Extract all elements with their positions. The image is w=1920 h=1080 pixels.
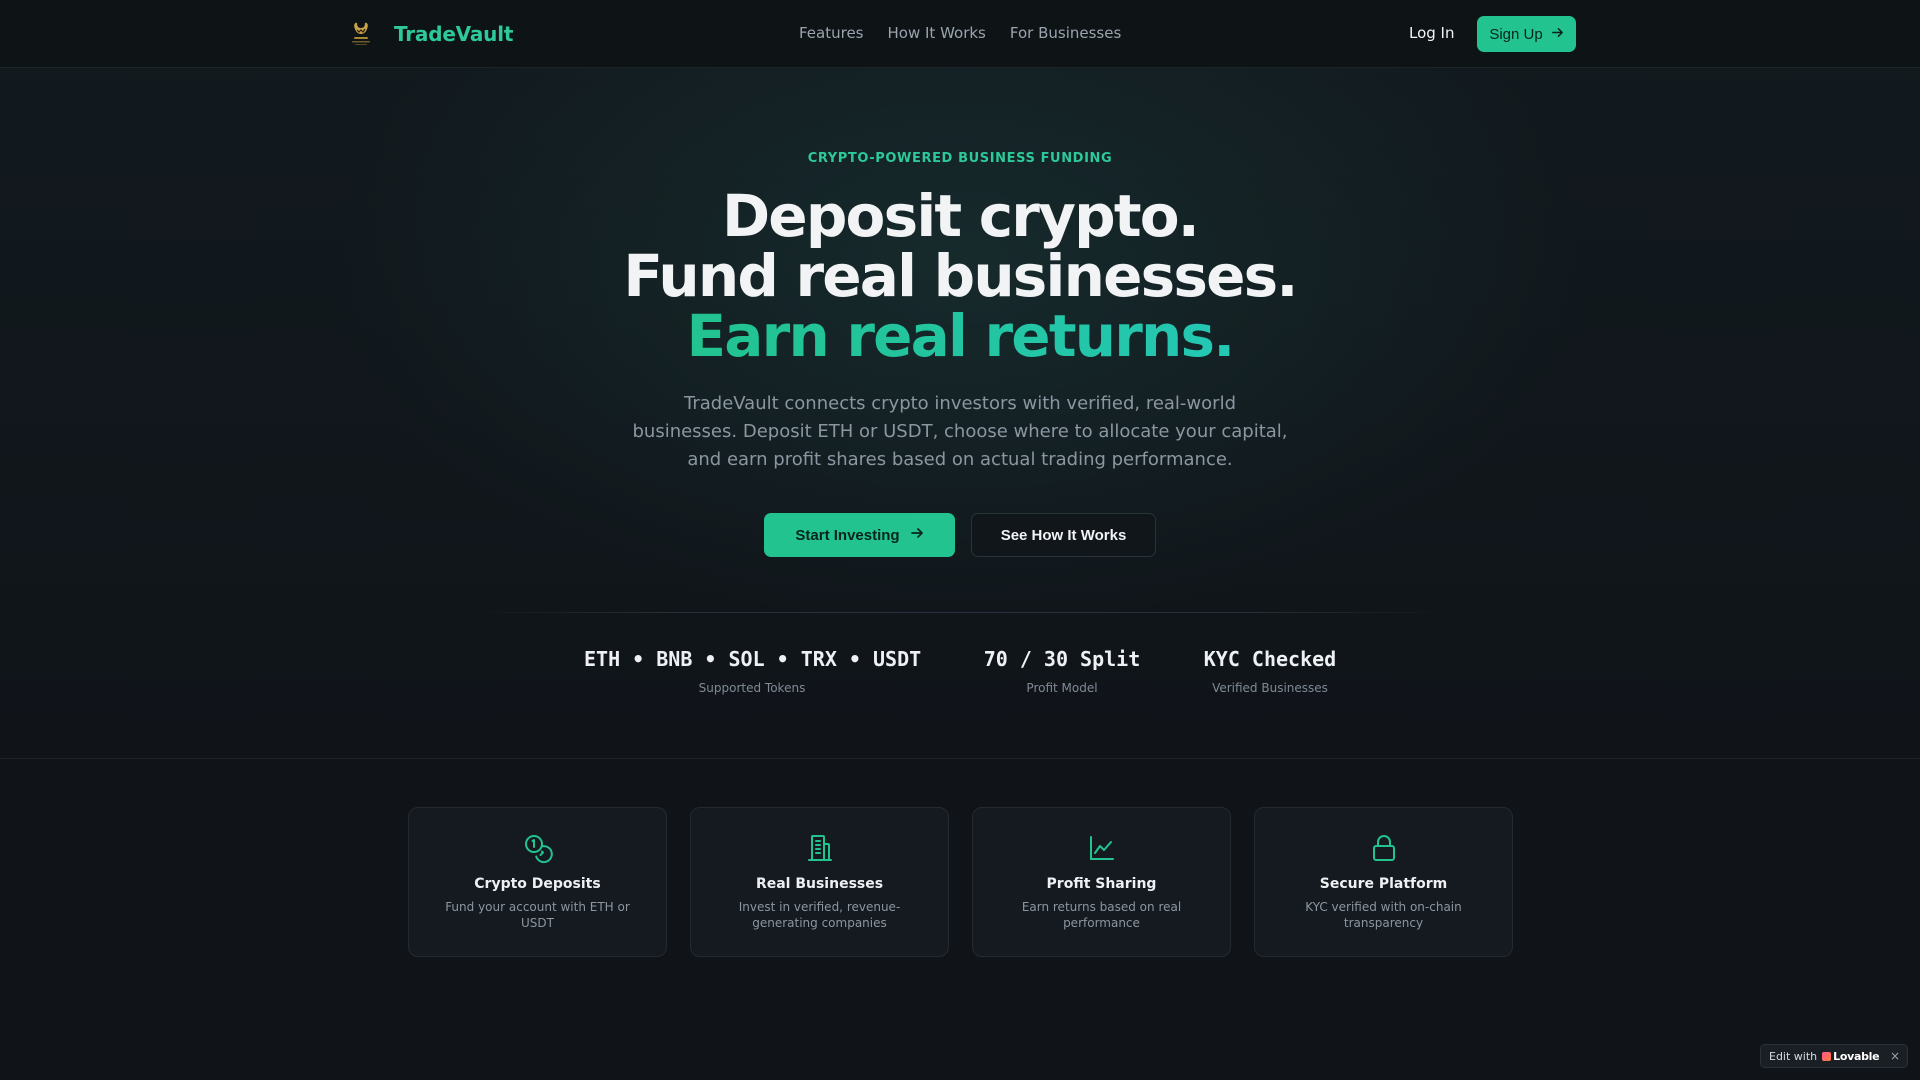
arrow-right-icon <box>910 526 924 544</box>
lovable-logo: Lovable <box>1822 1049 1880 1063</box>
lock-icon <box>1255 832 1512 864</box>
hero-heading-line-3: Earn real returns. <box>0 306 1920 366</box>
building-icon <box>691 832 948 864</box>
feature-title: Real Businesses <box>755 876 884 892</box>
signup-label: Sign Up <box>1489 25 1543 43</box>
stat-label: Supported Tokens <box>698 681 806 695</box>
stat-label: Profit Model <box>1026 681 1098 695</box>
feature-card-crypto-deposits: Crypto Deposits Fund your account with E… <box>408 807 667 957</box>
stat-label: Verified Businesses <box>1212 681 1328 695</box>
feature-title: Crypto Deposits <box>474 876 601 892</box>
nav-link-how-it-works[interactable]: How It Works <box>888 24 986 42</box>
feature-description: Fund your account with ETH or USDT <box>445 900 630 930</box>
stat-value: 70 / 30 Split <box>983 647 1141 671</box>
signup-button[interactable]: Sign Up <box>1477 16 1576 52</box>
coins-icon <box>409 832 666 864</box>
edit-with-lovable-badge[interactable]: Edit with Lovable × <box>1760 1044 1908 1068</box>
lovable-heart-icon <box>1822 1051 1832 1061</box>
hero-subtitle: TradeVault connects crypto investors wit… <box>632 393 1288 470</box>
start-investing-label: Start Investing <box>795 526 900 544</box>
brand-name: TradeVault <box>394 22 514 46</box>
stat-value: ETH • BNB • SOL • TRX • USDT <box>584 647 922 671</box>
stat-profit-model: 70 / 30 Split Profit Model <box>980 647 1144 695</box>
stat-supported-tokens: ETH • BNB • SOL • TRX • USDT Supported T… <box>584 647 922 695</box>
lovable-brand-text: Lovable <box>1833 1049 1880 1063</box>
hero-heading-line-2: Fund real businesses. <box>623 242 1298 310</box>
page: TradeVault Features How It Works For Bus… <box>0 0 1920 1080</box>
hero-eyebrow: CRYPTO-POWERED BUSINESS FUNDING <box>807 151 1113 166</box>
stat-value: KYC Checked <box>1203 647 1337 671</box>
login-button[interactable]: Log In <box>1409 24 1455 42</box>
see-how-it-works-label: See How It Works <box>1000 526 1127 544</box>
trading-bull-logo-icon <box>344 17 378 51</box>
brand-home-link[interactable]: TradeVault <box>344 17 513 51</box>
feature-description: Invest in verified, revenue-generating c… <box>738 900 901 930</box>
arrow-right-icon <box>1551 26 1564 43</box>
hero-divider <box>470 612 1450 613</box>
feature-card-secure-platform: Secure Platform KYC verified with on-cha… <box>1254 807 1513 957</box>
line-chart-icon <box>973 832 1230 864</box>
feature-description: Earn returns based on real performance <box>1021 900 1182 930</box>
features-section <box>0 758 1920 1080</box>
feature-card-real-businesses: Real Businesses Invest in verified, reve… <box>690 807 949 957</box>
top-nav: TradeVault Features How It Works For Bus… <box>0 0 1920 68</box>
close-icon[interactable]: × <box>1890 1049 1900 1063</box>
see-how-it-works-button[interactable]: See How It Works <box>971 513 1156 557</box>
feature-description: KYC verified with on-chain transparency <box>1305 900 1462 930</box>
nav-link-features[interactable]: Features <box>799 24 864 42</box>
hero-heading-highlight: Earn real returns. <box>686 302 1235 370</box>
stat-verified-businesses: KYC Checked Verified Businesses <box>1198 647 1342 695</box>
nav-link-for-businesses[interactable]: For Businesses <box>1010 24 1121 42</box>
nav-links: Features How It Works For Businesses <box>799 24 1121 42</box>
feature-title: Profit Sharing <box>1046 876 1157 892</box>
start-investing-button[interactable]: Start Investing <box>764 513 955 557</box>
badge-prefix: Edit with <box>1769 1049 1818 1063</box>
hero-heading-line-1: Deposit crypto. <box>721 182 1200 250</box>
feature-card-profit-sharing: Profit Sharing Earn returns based on rea… <box>972 807 1231 957</box>
feature-title: Secure Platform <box>1319 876 1448 892</box>
